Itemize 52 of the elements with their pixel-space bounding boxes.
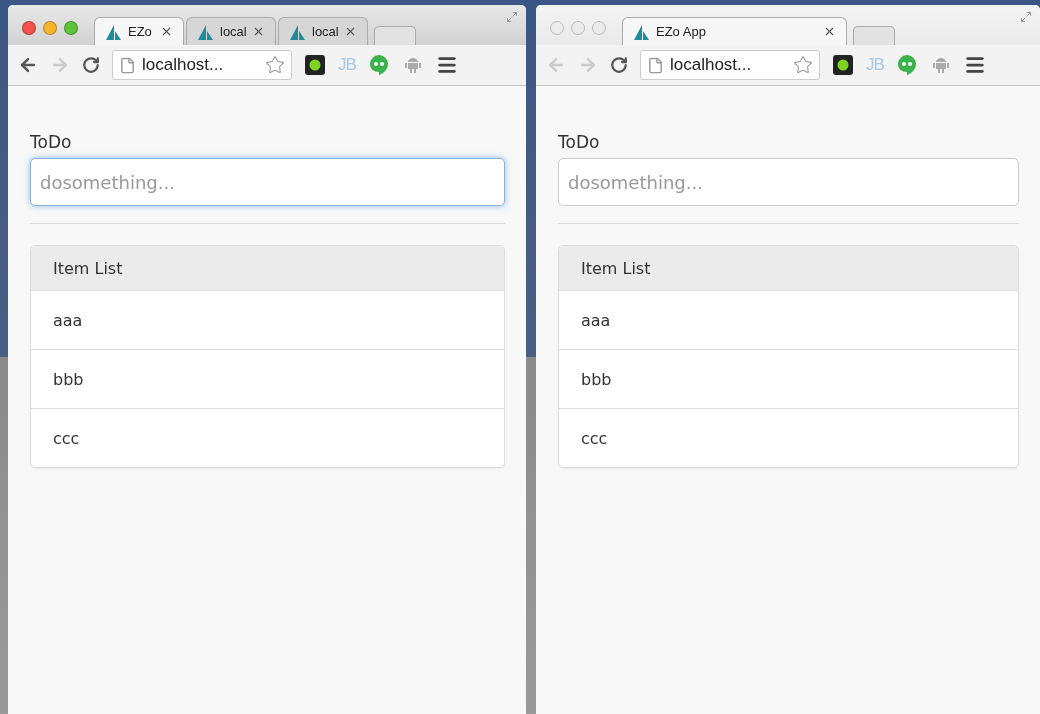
back-icon[interactable] (18, 55, 38, 75)
chat-bubble-icon[interactable] (895, 54, 918, 76)
new-tab-button[interactable] (374, 26, 416, 45)
tab-title: local (220, 24, 247, 39)
zoom-button[interactable] (592, 21, 606, 35)
extension-icon[interactable] (832, 54, 854, 76)
close-icon[interactable] (160, 25, 173, 38)
address-bar[interactable]: localhost... (640, 50, 820, 80)
todo-input[interactable]: dosomething... (558, 158, 1019, 206)
list-item[interactable]: aaa (559, 291, 1018, 349)
zoom-button[interactable] (64, 21, 78, 35)
todo-input[interactable]: dosomething... (30, 158, 505, 206)
list-item[interactable]: ccc (31, 408, 504, 467)
tab-title: EZo (128, 24, 153, 39)
close-button[interactable] (22, 21, 36, 35)
address-text: localhost... (142, 55, 225, 75)
menu-icon[interactable] (963, 54, 986, 76)
panel-heading: Item List (559, 246, 1018, 291)
field-label: ToDo (558, 132, 601, 152)
close-icon[interactable] (344, 25, 357, 38)
address-bar[interactable]: localhost... (112, 50, 292, 80)
panel-heading: Item List (31, 246, 504, 291)
page-icon (119, 56, 136, 74)
forward-icon[interactable] (50, 55, 70, 75)
star-icon[interactable] (265, 55, 285, 75)
forward-icon[interactable] (578, 55, 598, 75)
list-item[interactable]: bbb (31, 349, 504, 408)
fullscreen-icon[interactable] (506, 11, 518, 23)
tab-title: local (312, 24, 339, 39)
close-icon[interactable] (252, 25, 265, 38)
minimize-button[interactable] (43, 21, 57, 35)
extension-icon[interactable] (304, 54, 326, 76)
close-icon[interactable] (823, 25, 836, 38)
browser-tab[interactable]: EZo App (622, 17, 847, 45)
fullscreen-icon[interactable] (1020, 11, 1032, 23)
chat-bubble-icon[interactable] (367, 54, 390, 76)
list-item[interactable]: ccc (559, 408, 1018, 467)
browser-tab[interactable]: EZo (94, 17, 184, 45)
tab-title: EZo App (656, 24, 707, 39)
list-item[interactable]: aaa (31, 291, 504, 349)
list-item[interactable]: bbb (559, 349, 1018, 408)
browser-tab[interactable]: local (278, 17, 368, 45)
menu-icon[interactable] (435, 54, 458, 76)
reload-icon[interactable] (82, 56, 100, 74)
address-text: localhost... (670, 55, 753, 75)
new-tab-button[interactable] (853, 26, 895, 45)
page-icon (647, 56, 664, 74)
browser-tab[interactable]: local (186, 17, 276, 45)
reload-icon[interactable] (610, 56, 628, 74)
field-label: ToDo (30, 132, 73, 152)
star-icon[interactable] (793, 55, 813, 75)
minimize-button[interactable] (571, 21, 585, 35)
